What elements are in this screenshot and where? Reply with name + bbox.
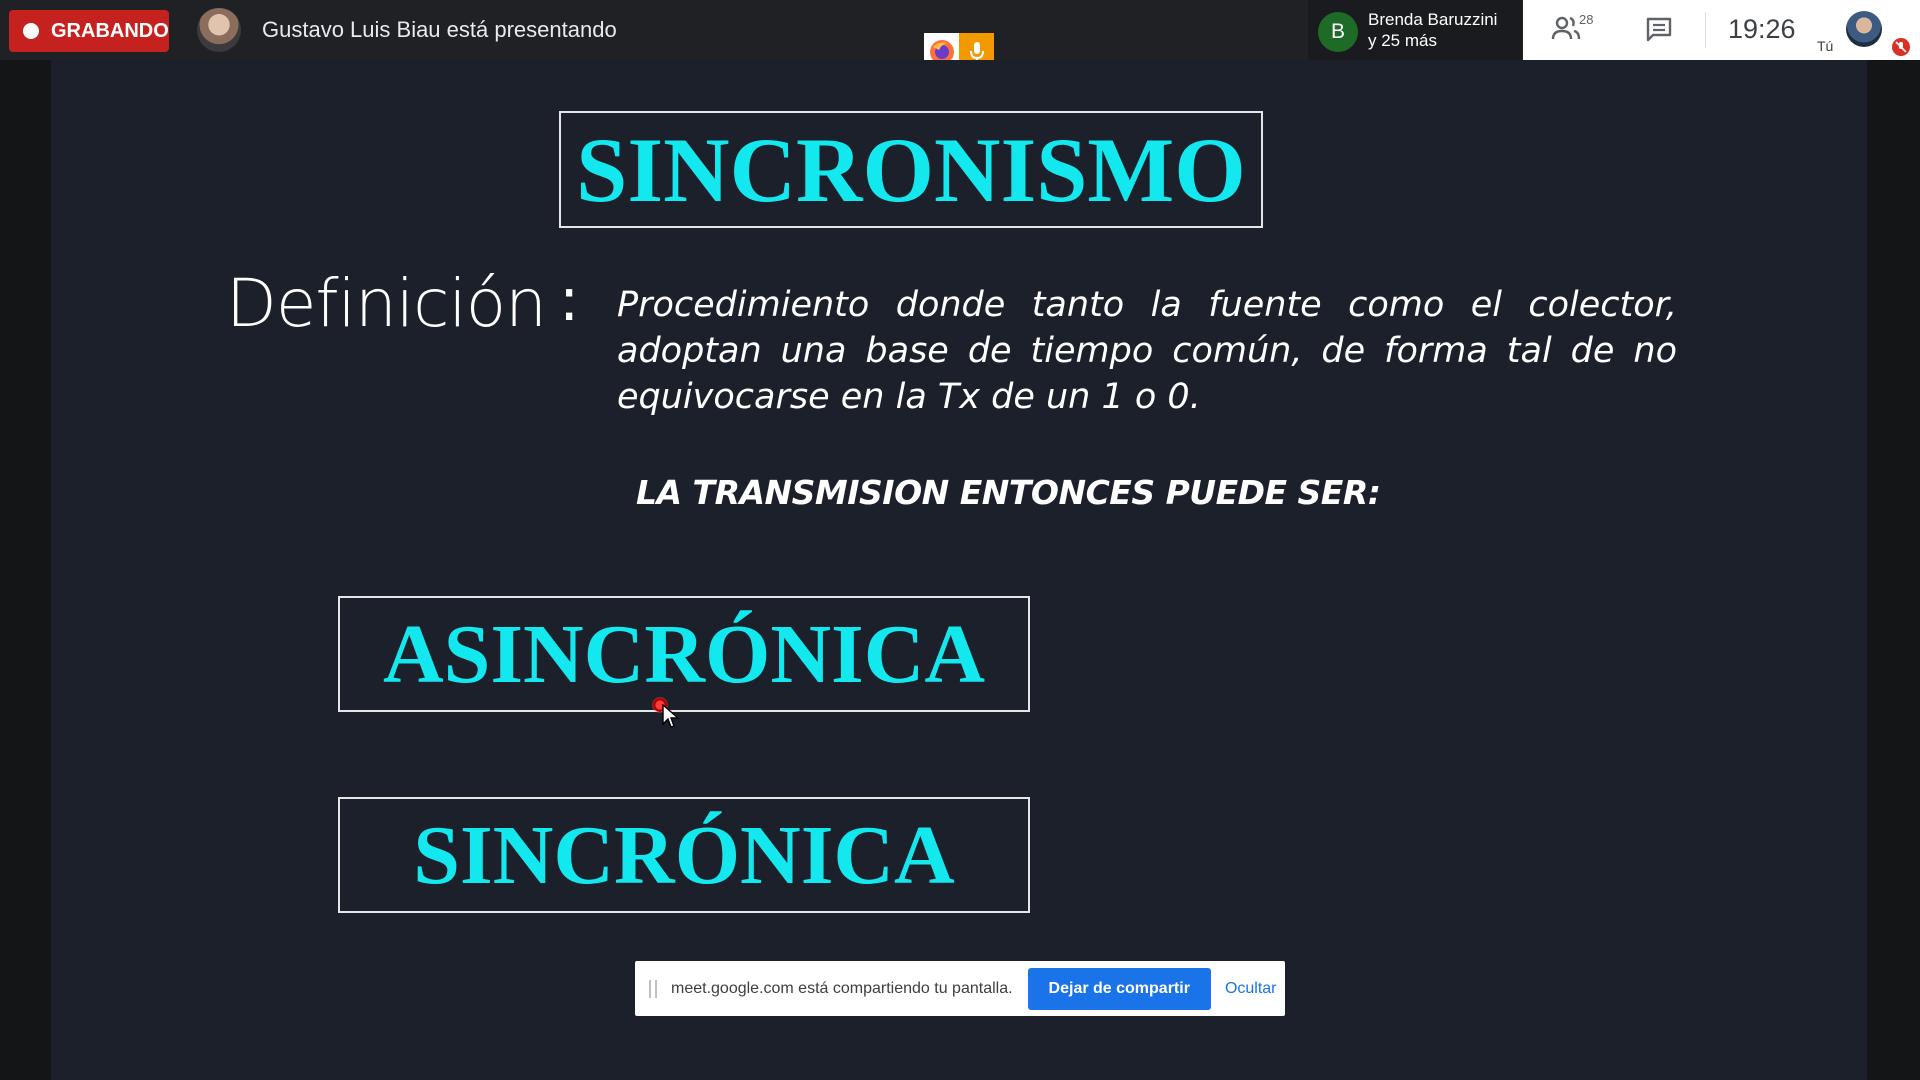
hide-banner-link[interactable]: Ocultar <box>1225 980 1277 998</box>
people-icon <box>1551 16 1581 40</box>
definition-colon: : <box>559 265 580 335</box>
left-margin <box>0 60 51 1080</box>
self-label: Tú <box>1817 38 1834 54</box>
definition-label: Definición <box>226 265 547 342</box>
chat-button[interactable] <box>1645 16 1673 49</box>
self-avatar[interactable] <box>1846 11 1882 47</box>
presenter-avatar <box>197 8 241 52</box>
meet-controls: 28 19:26 Tú <box>1523 0 1920 60</box>
presentation-slide: SINCRONISMO Definición : Procedimiento d… <box>51 60 1867 1080</box>
slide-title: SINCRONISMO <box>576 118 1246 221</box>
async-option: ASINCRÓNICA <box>382 607 986 701</box>
right-margin <box>1867 60 1920 1080</box>
recording-indicator: GRABANDO <box>9 10 169 52</box>
participant-more: y 25 más <box>1368 31 1437 50</box>
active-speaker-tile[interactable]: B Brenda Baruzzini y 25 más <box>1308 0 1522 60</box>
slide-title-box: SINCRONISMO <box>559 111 1263 228</box>
sync-option-box: SINCRÓNICA <box>338 797 1030 913</box>
record-dot-icon <box>23 23 39 39</box>
participant-names: Brenda Baruzzini y 25 más <box>1368 9 1497 51</box>
presenter-text: Gustavo Luis Biau está presentando <box>262 17 617 42</box>
meet-topbar: GRABANDO Gustavo Luis Biau está presenta… <box>0 0 1920 71</box>
drag-handle[interactable] <box>649 979 657 998</box>
screen-share-banner: meet.google.com está compartiendo tu pan… <box>635 961 1285 1016</box>
recording-label: GRABANDO <box>51 19 169 42</box>
clock: 19:26 <box>1728 14 1796 44</box>
chat-icon <box>1646 17 1672 42</box>
share-message: meet.google.com está compartiendo tu pan… <box>671 979 1013 997</box>
people-button[interactable]: 28 <box>1551 12 1595 46</box>
divider <box>1705 12 1706 48</box>
stop-sharing-button[interactable]: Dejar de compartir <box>1027 967 1211 1010</box>
participant-avatar: B <box>1318 12 1358 52</box>
sync-option: SINCRÓNICA <box>413 808 955 902</box>
definition-text: Procedimiento donde tanto la fuente como… <box>617 285 1677 417</box>
participant-name: Brenda Baruzzini <box>1368 10 1498 29</box>
transmission-heading: LA TRANSMISION ENTONCES PUEDE SER: <box>636 473 1381 512</box>
people-count: 28 <box>1579 12 1594 27</box>
mic-muted-icon <box>1892 38 1910 56</box>
mouse-cursor-icon <box>662 703 680 735</box>
async-option-box: ASINCRÓNICA <box>338 596 1030 712</box>
